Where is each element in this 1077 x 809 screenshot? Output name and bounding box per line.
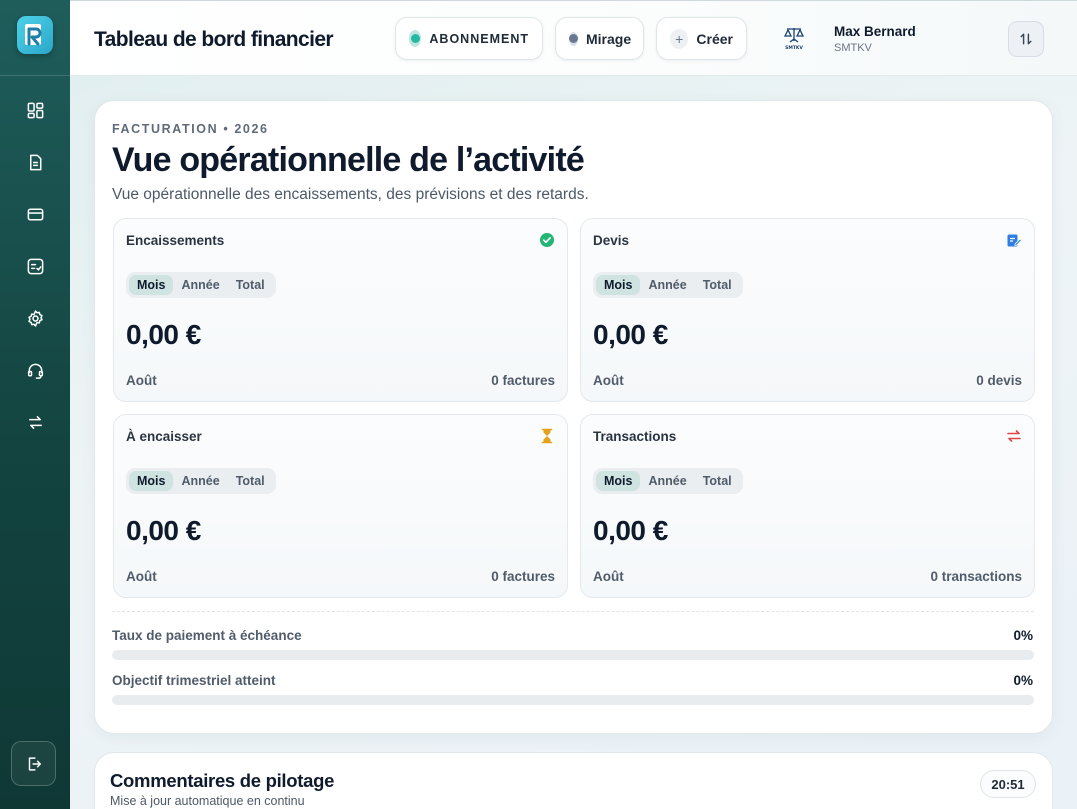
sidebar-item-expenses[interactable] <box>22 254 48 278</box>
period-toggle: Mois Année Total <box>593 468 743 494</box>
sidebar-item-settings[interactable] <box>22 306 48 330</box>
headline: Vue opérationnelle de l’activité <box>112 141 585 179</box>
section-divider <box>112 611 1034 612</box>
tab-total[interactable]: Total <box>695 275 740 295</box>
progress-bar-payment <box>112 650 1034 660</box>
logout-button[interactable] <box>11 741 56 786</box>
card-title: Encaissements <box>126 233 225 248</box>
sidebar-item-payments[interactable] <box>22 202 48 226</box>
workspace-switcher[interactable]: Mirage <box>555 17 644 60</box>
comments-subtitle: Mise à jour automatique en continu <box>110 794 305 808</box>
edit-document-icon <box>1007 234 1022 247</box>
period-toggle: Mois Année Total <box>126 272 276 298</box>
tab-annee[interactable]: Année <box>173 275 227 295</box>
sidebar-nav <box>22 98 48 434</box>
tab-mois[interactable]: Mois <box>596 471 641 491</box>
card-period: Août <box>126 373 157 388</box>
status-dot-icon <box>409 30 422 47</box>
tab-mois[interactable]: Mois <box>129 471 174 491</box>
app-logo-icon[interactable] <box>17 16 53 54</box>
comments-panel: Commentaires de pilotage Mise à jour aut… <box>94 752 1053 809</box>
logout-icon <box>28 756 41 771</box>
progress-value-objective: 0% <box>1013 673 1033 688</box>
card-encaissements: Encaissements Mois Année Total 0,00 € Ao… <box>113 218 568 402</box>
svg-text:SMTKV: SMTKV <box>785 45 803 51</box>
plus-icon: + <box>670 28 689 49</box>
progress-label-objective: Objectif trimestriel atteint <box>112 673 276 688</box>
tab-total[interactable]: Total <box>695 471 740 491</box>
document-icon <box>29 154 41 170</box>
card-amount: 0,00 € <box>126 319 201 350</box>
tab-total[interactable]: Total <box>228 471 273 491</box>
subtitle: Vue opérationnelle des encaissements, de… <box>112 186 589 203</box>
progress-bar-objective <box>112 695 1034 705</box>
org-logo-icon[interactable]: SMTKV <box>780 24 808 52</box>
sidebar-divider <box>0 75 70 76</box>
tab-annee[interactable]: Année <box>173 471 227 491</box>
hourglass-icon <box>541 428 553 444</box>
swap-arrows-icon <box>28 415 42 429</box>
card-count: 0 transactions <box>930 569 1022 584</box>
create-button[interactable]: + Créer <box>656 17 747 60</box>
eyebrow: FACTURATION • 2026 <box>112 122 269 136</box>
card-amount: 0,00 € <box>593 319 668 350</box>
sidebar-item-documents[interactable] <box>22 150 48 174</box>
sort-arrows-icon <box>1020 33 1032 45</box>
sidebar <box>0 0 70 809</box>
sidebar-item-support[interactable] <box>22 358 48 382</box>
card-devis: Devis Mois Année Total 0,00 € Août 0 dev… <box>580 218 1035 402</box>
card-period: Août <box>593 569 624 584</box>
card-transactions: Transactions Mois Année Total 0,00 € Aoû… <box>580 414 1035 598</box>
card-count: 0 factures <box>491 569 555 584</box>
tab-mois[interactable]: Mois <box>129 275 174 295</box>
topbar: Tableau de bord financier ABONNEMENT Mir… <box>70 0 1077 76</box>
tab-total[interactable]: Total <box>228 275 273 295</box>
check-circle-icon <box>540 233 554 247</box>
card-period: Août <box>126 569 157 584</box>
gear-icon <box>27 309 43 327</box>
user-name[interactable]: Max Bernard <box>834 24 916 39</box>
create-label: Créer <box>696 30 733 47</box>
credit-card-icon <box>27 208 43 220</box>
card-title: Transactions <box>593 429 677 444</box>
workspace-label: Mirage <box>586 30 632 47</box>
progress-value-payment: 0% <box>1013 628 1033 643</box>
card-a-encaisser: À encaisser Mois Année Total 0,00 € Août… <box>113 414 568 598</box>
page-title: Tableau de bord financier <box>94 28 334 51</box>
swap-arrows-icon <box>1007 430 1021 442</box>
time-badge: 20:51 <box>980 770 1036 798</box>
subscription-label: ABONNEMENT <box>429 31 529 46</box>
subscription-button[interactable]: ABONNEMENT <box>395 17 543 60</box>
tab-annee[interactable]: Année <box>640 471 694 491</box>
card-amount: 0,00 € <box>126 515 201 546</box>
tab-mois[interactable]: Mois <box>596 275 641 295</box>
overview-panel: FACTURATION • 2026 Vue opérationnelle de… <box>94 100 1053 734</box>
sidebar-item-dashboard[interactable] <box>22 98 48 122</box>
receipt-icon <box>27 258 43 274</box>
progress-label-payment: Taux de paiement à échéance <box>112 628 302 643</box>
tab-annee[interactable]: Année <box>640 275 694 295</box>
sidebar-item-transfers[interactable] <box>22 410 48 434</box>
dashboard-icon <box>27 102 43 118</box>
user-org: SMTKV <box>834 42 872 54</box>
card-amount: 0,00 € <box>593 515 668 546</box>
card-title: Devis <box>593 233 630 248</box>
period-toggle: Mois Année Total <box>593 272 743 298</box>
period-toggle: Mois Année Total <box>126 468 276 494</box>
sort-toggle-button[interactable] <box>1008 21 1044 57</box>
comments-title: Commentaires de pilotage <box>110 770 335 791</box>
workspace-dot-icon <box>569 31 578 46</box>
card-count: 0 devis <box>976 373 1022 388</box>
card-count: 0 factures <box>491 373 555 388</box>
card-title: À encaisser <box>126 429 202 444</box>
card-period: Août <box>593 373 624 388</box>
headset-icon <box>27 363 43 379</box>
